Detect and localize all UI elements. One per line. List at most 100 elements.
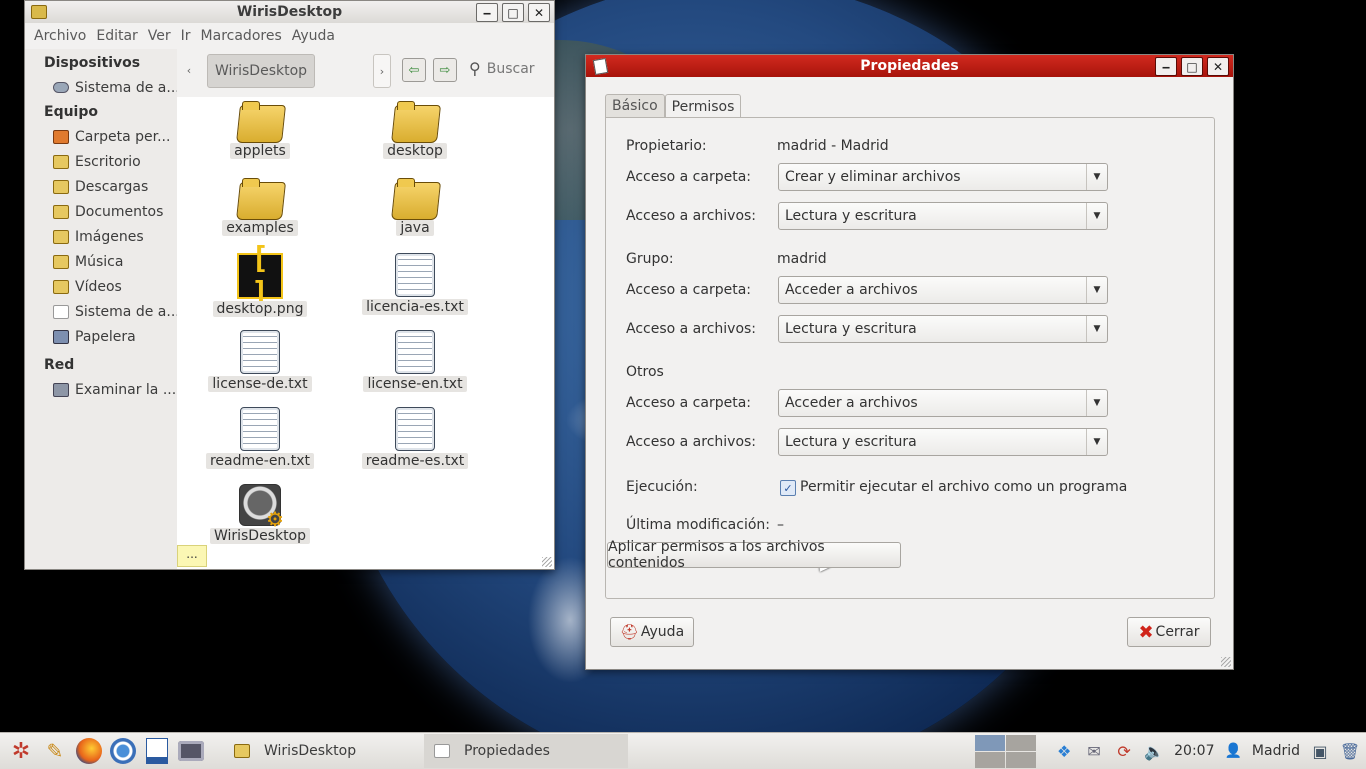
maximize-button[interactable]: □	[1181, 57, 1203, 76]
firefox-launcher[interactable]	[72, 734, 106, 768]
file-item[interactable]: license-de.txt	[205, 330, 315, 392]
file-item[interactable]: examples	[205, 178, 315, 236]
file-item[interactable]: desktop	[360, 101, 470, 159]
path-scroll-left-icon[interactable]: ‹	[181, 54, 197, 86]
group-folder-access-label: Acceso a carpeta:	[626, 282, 751, 298]
menu-ir[interactable]: Ir	[176, 28, 196, 44]
file-item[interactable]: applets	[205, 101, 315, 159]
menu-marcadores[interactable]: Marcadores	[196, 28, 287, 44]
sidebar-item-videos[interactable]: Vídeos	[25, 274, 177, 299]
execute-checkbox[interactable]: ✓	[780, 480, 796, 496]
text-file-icon	[240, 330, 280, 374]
workspace-3[interactable]	[975, 752, 1005, 768]
others-files-access-combo[interactable]: Lectura y escritura ▼	[778, 428, 1108, 456]
workspace-4[interactable]	[1006, 752, 1036, 768]
main-menu-icon: ✲	[11, 738, 31, 764]
others-folder-access-label: Acceso a carpeta:	[626, 395, 751, 411]
resize-grip[interactable]	[542, 557, 552, 567]
editor-icon: ✎	[46, 739, 64, 763]
screen-icon[interactable]: ▣	[1310, 741, 1330, 761]
resize-grip[interactable]	[1221, 657, 1231, 667]
chevron-down-icon: ▼	[1086, 316, 1107, 342]
workspace-1[interactable]	[975, 735, 1005, 751]
executable-icon	[239, 484, 284, 531]
file-item[interactable]: license-en.txt	[360, 330, 470, 392]
close-button[interactable]: ✕	[1207, 57, 1229, 76]
file-item[interactable]: licencia-es.txt	[360, 253, 470, 315]
sidebar-header-network: Red	[44, 357, 75, 373]
task-wirisdesktop[interactable]: WirisDesktop	[224, 734, 424, 768]
tab-basico[interactable]: Básico	[605, 94, 665, 117]
workspace-2[interactable]	[1006, 735, 1036, 751]
sidebar-item-music[interactable]: Música	[25, 249, 177, 274]
clock[interactable]: 20:07	[1174, 743, 1214, 759]
group-folder-access-combo[interactable]: Acceder a archivos ▼	[778, 276, 1108, 304]
network-tray-icon[interactable]: ✉	[1084, 741, 1104, 761]
window-title: WirisDesktop	[236, 4, 343, 20]
chevron-down-icon: ▼	[1086, 429, 1107, 455]
file-item[interactable]: readme-en.txt	[205, 407, 315, 469]
text-file-icon	[240, 407, 280, 451]
path-button-current[interactable]: WirisDesktop	[207, 54, 315, 88]
tab-permisos[interactable]: Permisos	[664, 94, 742, 118]
properties-icon	[434, 744, 450, 758]
minimize-button[interactable]: ‒	[1155, 57, 1177, 76]
file-item[interactable]: readme-es.txt	[360, 407, 470, 469]
menu-archivo[interactable]: Archivo	[29, 28, 91, 44]
task-propiedades[interactable]: Propiedades	[424, 734, 628, 768]
trash-icon[interactable]: 🗑	[1340, 741, 1360, 761]
chevron-down-icon: ▼	[1086, 390, 1107, 416]
file-manager-window: WirisDesktop ‒ □ ✕ Archivo Editar Ver Ir…	[24, 0, 555, 570]
sidebar-item-desktop[interactable]: Escritorio	[25, 149, 177, 174]
file-manager-titlebar[interactable]: WirisDesktop ‒ □ ✕	[25, 1, 554, 23]
properties-titlebar[interactable]: Propiedades ‒ □ ✕	[586, 55, 1233, 77]
path-scroll-right-icon[interactable]: ›	[373, 54, 391, 88]
menu-editar[interactable]: Editar	[91, 28, 142, 44]
menu-ver[interactable]: Ver	[143, 28, 176, 44]
sidebar-item-network[interactable]: Examinar la ...	[25, 377, 177, 402]
camera-icon	[178, 741, 204, 761]
file-item[interactable]: WirisDesktop	[205, 484, 315, 544]
apply-permissions-button[interactable]: Aplicar permisos a los archivos contenid…	[607, 539, 901, 571]
firefox-icon	[76, 738, 102, 764]
back-button[interactable]: ⇦	[402, 58, 426, 82]
screenshot-launcher[interactable]	[174, 734, 208, 768]
help-button[interactable]: ⛑ Ayuda	[610, 617, 694, 647]
others-folder-access-combo[interactable]: Acceder a archivos ▼	[778, 389, 1108, 417]
minimize-button[interactable]: ‒	[476, 3, 498, 22]
owner-folder-access-combo[interactable]: Crear y eliminar archivos ▼	[778, 163, 1108, 191]
close-dialog-button[interactable]: ✖ Cerrar	[1127, 617, 1211, 647]
folder-icon	[393, 178, 437, 218]
sidebar-item-home[interactable]: Carpeta per...	[25, 124, 177, 149]
sidebar-item-downloads[interactable]: Descargas	[25, 174, 177, 199]
update-icon[interactable]: ⟳	[1114, 741, 1134, 761]
folder-icon	[53, 254, 69, 269]
folder-icon	[238, 101, 282, 141]
menu-ayuda[interactable]: Ayuda	[287, 28, 340, 44]
group-files-access-combo[interactable]: Lectura y escritura ▼	[778, 315, 1108, 343]
dropbox-icon[interactable]: ❖	[1054, 741, 1074, 761]
text-file-icon	[395, 330, 435, 374]
main-menu-button[interactable]: ✲	[4, 734, 38, 768]
execute-checkbox-label[interactable]: Permitir ejecutar el archivo como un pro…	[800, 479, 1127, 495]
folder-icon	[393, 101, 437, 141]
search-button[interactable]: ⚲ Buscar	[469, 59, 535, 78]
sidebar-item-trash[interactable]: Papelera	[25, 324, 177, 349]
file-item[interactable]: java	[360, 178, 470, 236]
close-button[interactable]: ✕	[528, 3, 550, 22]
places-sidebar: Dispositivos Sistema de a... Equipo Carp…	[25, 49, 177, 569]
writer-launcher[interactable]	[140, 734, 174, 768]
sidebar-item-root[interactable]: Sistema de a...	[25, 299, 177, 324]
forward-button[interactable]: ⇨	[433, 58, 457, 82]
browser-launcher[interactable]	[106, 734, 140, 768]
file-item[interactable]: [ ] desktop.png	[205, 241, 315, 317]
sidebar-item-documents[interactable]: Documentos	[25, 199, 177, 224]
volume-icon[interactable]: 🔈	[1144, 741, 1164, 761]
folder-icon	[31, 5, 47, 19]
sidebar-item-pictures[interactable]: Imágenes	[25, 224, 177, 249]
editor-launcher[interactable]: ✎	[38, 734, 72, 768]
user-name[interactable]: Madrid	[1252, 743, 1300, 759]
maximize-button[interactable]: □	[502, 3, 524, 22]
owner-files-access-combo[interactable]: Lectura y escritura ▼	[778, 202, 1108, 230]
sidebar-item-filesystem[interactable]: Sistema de a...	[25, 75, 177, 100]
